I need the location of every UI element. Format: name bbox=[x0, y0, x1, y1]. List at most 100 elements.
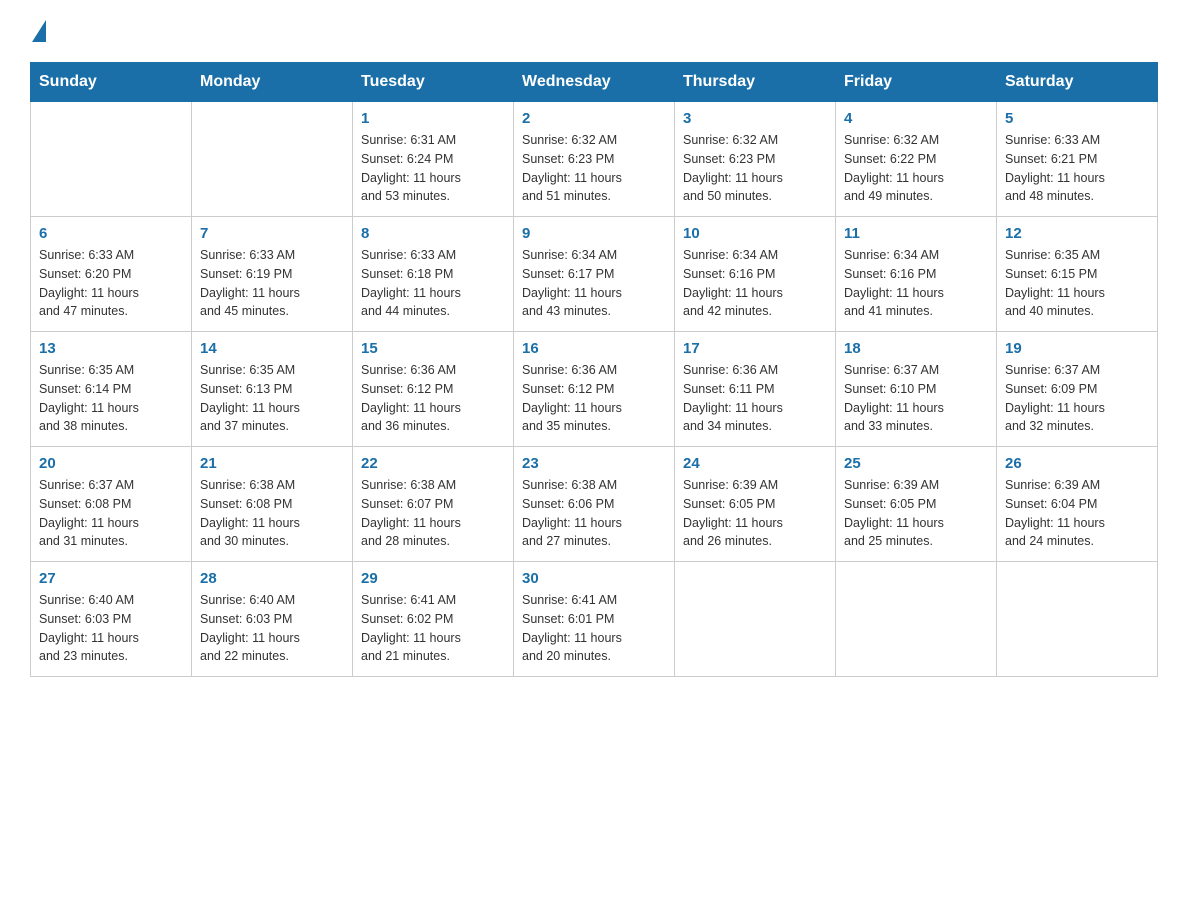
calendar-cell bbox=[192, 102, 353, 217]
calendar-cell: 15 Sunrise: 6:36 AM Sunset: 6:12 PM Dayli… bbox=[353, 332, 514, 447]
calendar-cell: 9 Sunrise: 6:34 AM Sunset: 6:17 PM Daylig… bbox=[514, 217, 675, 332]
day-info: Sunrise: 6:37 AM Sunset: 6:10 PM Dayligh… bbox=[844, 361, 988, 436]
calendar-header-thursday: Thursday bbox=[675, 63, 836, 102]
day-info: Sunrise: 6:35 AM Sunset: 6:14 PM Dayligh… bbox=[39, 361, 183, 436]
day-number: 11 bbox=[844, 225, 988, 242]
day-number: 24 bbox=[683, 455, 827, 472]
logo-blue-part bbox=[30, 20, 46, 44]
day-number: 21 bbox=[200, 455, 344, 472]
day-info: Sunrise: 6:33 AM Sunset: 6:18 PM Dayligh… bbox=[361, 246, 505, 321]
logo-triangle-icon bbox=[32, 20, 46, 42]
calendar-cell: 23 Sunrise: 6:38 AM Sunset: 6:06 PM Dayli… bbox=[514, 447, 675, 562]
day-info: Sunrise: 6:39 AM Sunset: 6:05 PM Dayligh… bbox=[683, 476, 827, 551]
calendar-header-friday: Friday bbox=[836, 63, 997, 102]
day-info: Sunrise: 6:41 AM Sunset: 6:02 PM Dayligh… bbox=[361, 591, 505, 666]
calendar-cell bbox=[675, 562, 836, 677]
day-number: 27 bbox=[39, 570, 183, 587]
calendar-cell: 7Sunrise: 6:33 AM Sunset: 6:19 PM Daylig… bbox=[192, 217, 353, 332]
day-number: 20 bbox=[39, 455, 183, 472]
calendar-cell: 5 Sunrise: 6:33 AM Sunset: 6:21 PM Daylig… bbox=[997, 102, 1158, 217]
calendar-table: SundayMondayTuesdayWednesdayThursdayFrid… bbox=[30, 62, 1158, 677]
calendar-cell: 26Sunrise: 6:39 AM Sunset: 6:04 PM Dayli… bbox=[997, 447, 1158, 562]
day-number: 4 bbox=[844, 110, 988, 127]
day-number: 28 bbox=[200, 570, 344, 587]
day-info: Sunrise: 6:32 AM Sunset: 6:23 PM Dayligh… bbox=[522, 131, 666, 206]
day-info: Sunrise: 6:36 AM Sunset: 6:12 PM Dayligh… bbox=[522, 361, 666, 436]
day-number: 12 bbox=[1005, 225, 1149, 242]
day-info: Sunrise: 6:34 AM Sunset: 6:17 PM Dayligh… bbox=[522, 246, 666, 321]
day-number: 1 bbox=[361, 110, 505, 127]
day-number: 6 bbox=[39, 225, 183, 242]
calendar-cell: 13 Sunrise: 6:35 AM Sunset: 6:14 PM Dayli… bbox=[31, 332, 192, 447]
day-number: 23 bbox=[522, 455, 666, 472]
day-number: 3 bbox=[683, 110, 827, 127]
calendar-cell: 21 Sunrise: 6:38 AM Sunset: 6:08 PM Dayli… bbox=[192, 447, 353, 562]
calendar-cell: 20 Sunrise: 6:37 AM Sunset: 6:08 PM Dayli… bbox=[31, 447, 192, 562]
calendar-cell: 6 Sunrise: 6:33 AM Sunset: 6:20 PM Daylig… bbox=[31, 217, 192, 332]
day-number: 16 bbox=[522, 340, 666, 357]
day-info: Sunrise: 6:39 AM Sunset: 6:04 PM Dayligh… bbox=[1005, 476, 1149, 551]
calendar-cell: 8 Sunrise: 6:33 AM Sunset: 6:18 PM Daylig… bbox=[353, 217, 514, 332]
day-number: 19 bbox=[1005, 340, 1149, 357]
day-info: Sunrise: 6:39 AM Sunset: 6:05 PM Dayligh… bbox=[844, 476, 988, 551]
day-number: 25 bbox=[844, 455, 988, 472]
calendar-week-row: 1 Sunrise: 6:31 AM Sunset: 6:24 PM Daylig… bbox=[31, 102, 1158, 217]
day-info: Sunrise: 6:36 AM Sunset: 6:12 PM Dayligh… bbox=[361, 361, 505, 436]
calendar-cell: 1 Sunrise: 6:31 AM Sunset: 6:24 PM Daylig… bbox=[353, 102, 514, 217]
calendar-cell: 4 Sunrise: 6:32 AM Sunset: 6:22 PM Daylig… bbox=[836, 102, 997, 217]
day-info: Sunrise: 6:35 AM Sunset: 6:13 PM Dayligh… bbox=[200, 361, 344, 436]
day-info: Sunrise: 6:40 AM Sunset: 6:03 PM Dayligh… bbox=[200, 591, 344, 666]
day-number: 30 bbox=[522, 570, 666, 587]
calendar-header-saturday: Saturday bbox=[997, 63, 1158, 102]
calendar-week-row: 20 Sunrise: 6:37 AM Sunset: 6:08 PM Dayli… bbox=[31, 447, 1158, 562]
calendar-cell: 11 Sunrise: 6:34 AM Sunset: 6:16 PM Dayli… bbox=[836, 217, 997, 332]
calendar-header-wednesday: Wednesday bbox=[514, 63, 675, 102]
day-number: 17 bbox=[683, 340, 827, 357]
day-number: 13 bbox=[39, 340, 183, 357]
day-number: 5 bbox=[1005, 110, 1149, 127]
day-info: Sunrise: 6:35 AM Sunset: 6:15 PM Dayligh… bbox=[1005, 246, 1149, 321]
day-info: Sunrise: 6:37 AM Sunset: 6:09 PM Dayligh… bbox=[1005, 361, 1149, 436]
day-info: Sunrise: 6:31 AM Sunset: 6:24 PM Dayligh… bbox=[361, 131, 505, 206]
day-number: 29 bbox=[361, 570, 505, 587]
page-header bbox=[30, 20, 1158, 44]
day-number: 22 bbox=[361, 455, 505, 472]
logo bbox=[30, 20, 46, 44]
calendar-header-sunday: Sunday bbox=[31, 63, 192, 102]
day-number: 2 bbox=[522, 110, 666, 127]
calendar-week-row: 13 Sunrise: 6:35 AM Sunset: 6:14 PM Dayli… bbox=[31, 332, 1158, 447]
calendar-cell: 29 Sunrise: 6:41 AM Sunset: 6:02 PM Dayli… bbox=[353, 562, 514, 677]
calendar-cell: 10Sunrise: 6:34 AM Sunset: 6:16 PM Dayli… bbox=[675, 217, 836, 332]
day-info: Sunrise: 6:34 AM Sunset: 6:16 PM Dayligh… bbox=[844, 246, 988, 321]
day-info: Sunrise: 6:38 AM Sunset: 6:06 PM Dayligh… bbox=[522, 476, 666, 551]
day-info: Sunrise: 6:37 AM Sunset: 6:08 PM Dayligh… bbox=[39, 476, 183, 551]
calendar-cell: 24 Sunrise: 6:39 AM Sunset: 6:05 PM Dayli… bbox=[675, 447, 836, 562]
calendar-cell: 22 Sunrise: 6:38 AM Sunset: 6:07 PM Dayli… bbox=[353, 447, 514, 562]
calendar-header-tuesday: Tuesday bbox=[353, 63, 514, 102]
calendar-cell bbox=[836, 562, 997, 677]
day-info: Sunrise: 6:38 AM Sunset: 6:08 PM Dayligh… bbox=[200, 476, 344, 551]
day-number: 14 bbox=[200, 340, 344, 357]
calendar-cell: 25 Sunrise: 6:39 AM Sunset: 6:05 PM Dayli… bbox=[836, 447, 997, 562]
day-info: Sunrise: 6:32 AM Sunset: 6:23 PM Dayligh… bbox=[683, 131, 827, 206]
day-info: Sunrise: 6:33 AM Sunset: 6:21 PM Dayligh… bbox=[1005, 131, 1149, 206]
day-number: 15 bbox=[361, 340, 505, 357]
calendar-header-monday: Monday bbox=[192, 63, 353, 102]
calendar-cell: 16 Sunrise: 6:36 AM Sunset: 6:12 PM Dayli… bbox=[514, 332, 675, 447]
day-info: Sunrise: 6:40 AM Sunset: 6:03 PM Dayligh… bbox=[39, 591, 183, 666]
calendar-cell bbox=[997, 562, 1158, 677]
day-number: 9 bbox=[522, 225, 666, 242]
calendar-cell: 28 Sunrise: 6:40 AM Sunset: 6:03 PM Dayli… bbox=[192, 562, 353, 677]
day-number: 8 bbox=[361, 225, 505, 242]
day-info: Sunrise: 6:38 AM Sunset: 6:07 PM Dayligh… bbox=[361, 476, 505, 551]
day-number: 18 bbox=[844, 340, 988, 357]
day-info: Sunrise: 6:32 AM Sunset: 6:22 PM Dayligh… bbox=[844, 131, 988, 206]
calendar-cell: 27 Sunrise: 6:40 AM Sunset: 6:03 PM Dayli… bbox=[31, 562, 192, 677]
calendar-header-row: SundayMondayTuesdayWednesdayThursdayFrid… bbox=[31, 63, 1158, 102]
calendar-cell: 3 Sunrise: 6:32 AM Sunset: 6:23 PM Daylig… bbox=[675, 102, 836, 217]
day-info: Sunrise: 6:33 AM Sunset: 6:20 PM Dayligh… bbox=[39, 246, 183, 321]
day-info: Sunrise: 6:33 AM Sunset: 6:19 PM Dayligh… bbox=[200, 246, 344, 321]
calendar-cell: 17Sunrise: 6:36 AM Sunset: 6:11 PM Dayli… bbox=[675, 332, 836, 447]
calendar-week-row: 27 Sunrise: 6:40 AM Sunset: 6:03 PM Dayli… bbox=[31, 562, 1158, 677]
calendar-cell: 2 Sunrise: 6:32 AM Sunset: 6:23 PM Daylig… bbox=[514, 102, 675, 217]
